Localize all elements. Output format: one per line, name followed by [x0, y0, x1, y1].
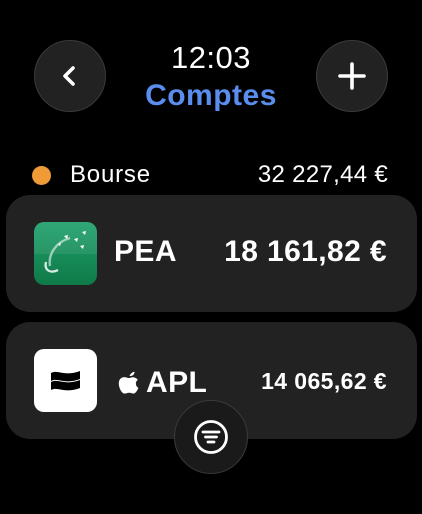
section-label: Bourse [70, 161, 151, 188]
filter-button[interactable] [174, 400, 248, 474]
section-header-bourse: Bourse 32 227,44 € [32, 160, 392, 190]
account-name-wrap: APL [118, 366, 207, 400]
add-account-button[interactable] [316, 40, 388, 112]
filter-icon [194, 420, 228, 454]
account-value: 14 065,62 € [261, 368, 387, 394]
bnp-paribas-logo [34, 222, 97, 285]
trade-republic-logo [34, 349, 97, 412]
account-name: APL [146, 366, 208, 399]
apple-icon [118, 371, 139, 394]
account-name: PEA [114, 235, 177, 268]
account-card-pea[interactable]: PEA 18 161,82 € [6, 195, 417, 312]
section-color-dot [32, 165, 51, 185]
plus-icon [338, 62, 366, 90]
account-value: 18 161,82 € [224, 235, 387, 268]
section-total: 32 227,44 € [257, 161, 388, 188]
